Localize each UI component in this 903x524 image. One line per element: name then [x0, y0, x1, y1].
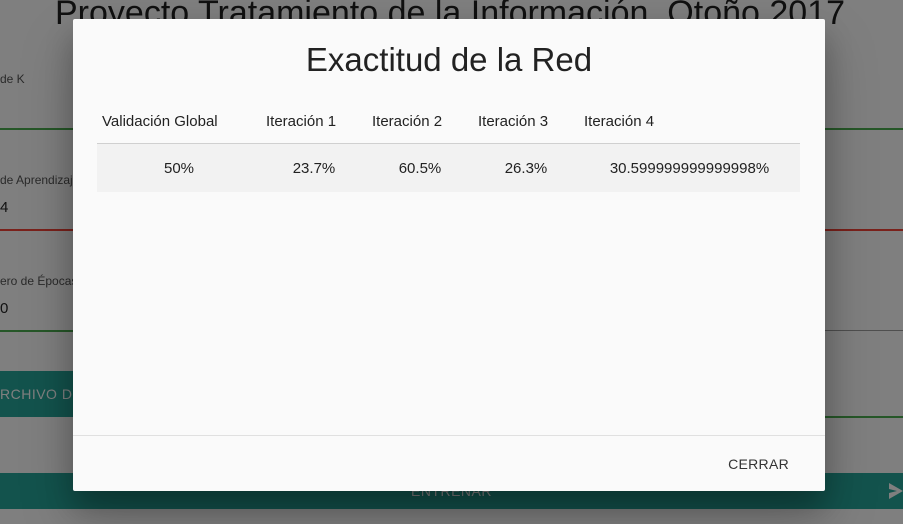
close-button[interactable]: CERRAR	[716, 450, 801, 478]
cell-iteration-4: 30.599999999999998%	[579, 143, 800, 192]
header-iteration-2: Iteración 2	[367, 99, 473, 144]
accuracy-modal: Exactitud de la Red Validación Global It…	[73, 19, 825, 491]
accuracy-table: Validación Global Iteración 1 Iteración …	[97, 99, 800, 192]
header-iteration-3: Iteración 3	[473, 99, 579, 144]
modal-title: Exactitud de la Red	[305, 41, 593, 78]
cell-iteration-3: 26.3%	[473, 143, 579, 192]
cell-global-validation: 50%	[97, 143, 261, 192]
header-iteration-1: Iteración 1	[261, 99, 367, 144]
header-iteration-4: Iteración 4	[579, 99, 800, 144]
page: Proyecto Tratamiento de la Información. …	[0, 0, 903, 524]
table-header-row: Validación Global Iteración 1 Iteración …	[97, 99, 800, 144]
modal-footer: CERRAR	[73, 435, 825, 492]
header-global-validation: Validación Global	[97, 99, 261, 144]
cell-iteration-1: 23.7%	[261, 143, 367, 192]
cell-iteration-2: 60.5%	[367, 143, 473, 192]
table-row: 50% 23.7% 60.5% 26.3% 30.599999999999998…	[97, 143, 800, 192]
